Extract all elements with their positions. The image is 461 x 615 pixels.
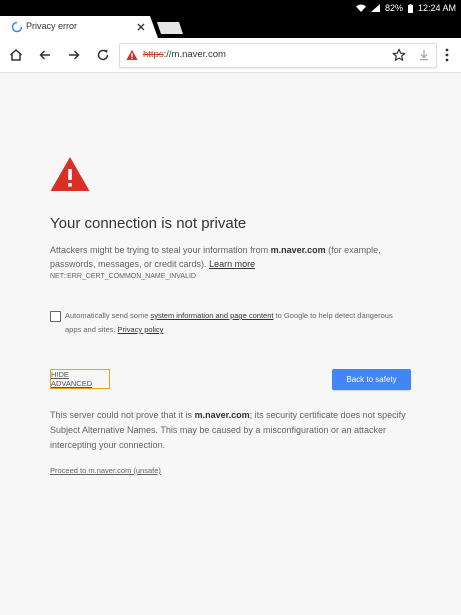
status-bar: 82% 12:24 AM [0,0,461,16]
battery-percent: 82% [384,3,403,13]
tab-strip: Privacy error [0,16,461,38]
details-domain: m.naver.com [194,410,250,420]
signal-icon [370,4,380,12]
back-to-safety-button[interactable]: Back to safety [332,369,411,390]
wifi-icon [355,4,366,12]
hide-advanced-button[interactable]: HIDE ADVANCED [50,369,110,389]
not-secure-warning-icon[interactable] [126,49,138,61]
details-prefix: This server could not prove that it is [50,410,195,420]
loading-spinner-icon [11,21,23,33]
explanation-prefix: Attackers might be trying to steal your … [50,245,271,255]
url-host: ://m.naver.com [163,49,226,60]
explanation-domain: m.naver.com [270,245,326,255]
extended-reporting-checkbox[interactable] [50,311,61,322]
privacy-policy-link[interactable]: Privacy policy [118,325,164,334]
url-scheme: https [143,49,164,60]
download-icon[interactable] [417,48,431,62]
checkbox-text-prefix: Automatically send some [65,311,151,320]
home-icon[interactable] [8,47,24,63]
battery-icon [407,3,413,13]
address-bar[interactable]: https://m.naver.com [119,43,437,68]
close-tab-icon[interactable] [135,21,147,33]
tab-privacy-error[interactable]: Privacy error [0,16,158,38]
page-title: Your connection is not private [50,215,247,232]
extended-reporting-label: Automatically send some system informati… [65,309,395,337]
details-text: This server could not prove that it is m… [50,408,418,453]
explanation-text: Attackers might be trying to steal your … [50,243,420,271]
learn-more-link[interactable]: Learn more [209,259,255,269]
bookmark-star-icon[interactable] [392,48,406,62]
toolbar: https://m.naver.com [0,38,461,73]
url-text: https://m.naver.com [143,49,226,60]
tab-title: Privacy error [26,21,78,31]
back-arrow-icon[interactable] [37,47,53,63]
clock: 12:24 AM [417,3,456,13]
overflow-menu-icon[interactable] [444,48,450,62]
error-code: NET::ERR_CERT_COMMON_NAME_INVALID [50,273,196,280]
warning-triangle-icon [50,157,90,191]
proceed-unsafe-link[interactable]: Proceed to m.naver.com (unsafe) [50,466,161,475]
forward-arrow-icon[interactable] [66,47,82,63]
new-tab-button[interactable] [157,22,183,34]
system-info-link[interactable]: system information and page content [150,311,273,320]
reload-icon[interactable] [95,47,111,63]
